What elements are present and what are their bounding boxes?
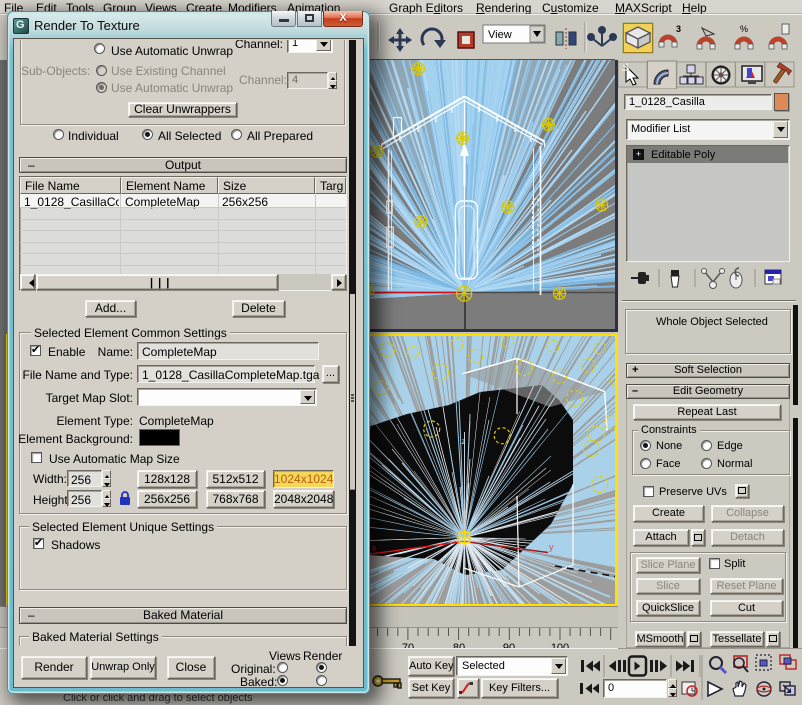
- svg-text:View: View: [488, 29, 512, 41]
- svg-text:y: y: [549, 542, 554, 552]
- svg-text:3: 3: [676, 24, 681, 34]
- svg-text:%: %: [740, 24, 748, 34]
- svg-text:x: x: [372, 543, 377, 553]
- svg-text:z: z: [462, 437, 466, 446]
